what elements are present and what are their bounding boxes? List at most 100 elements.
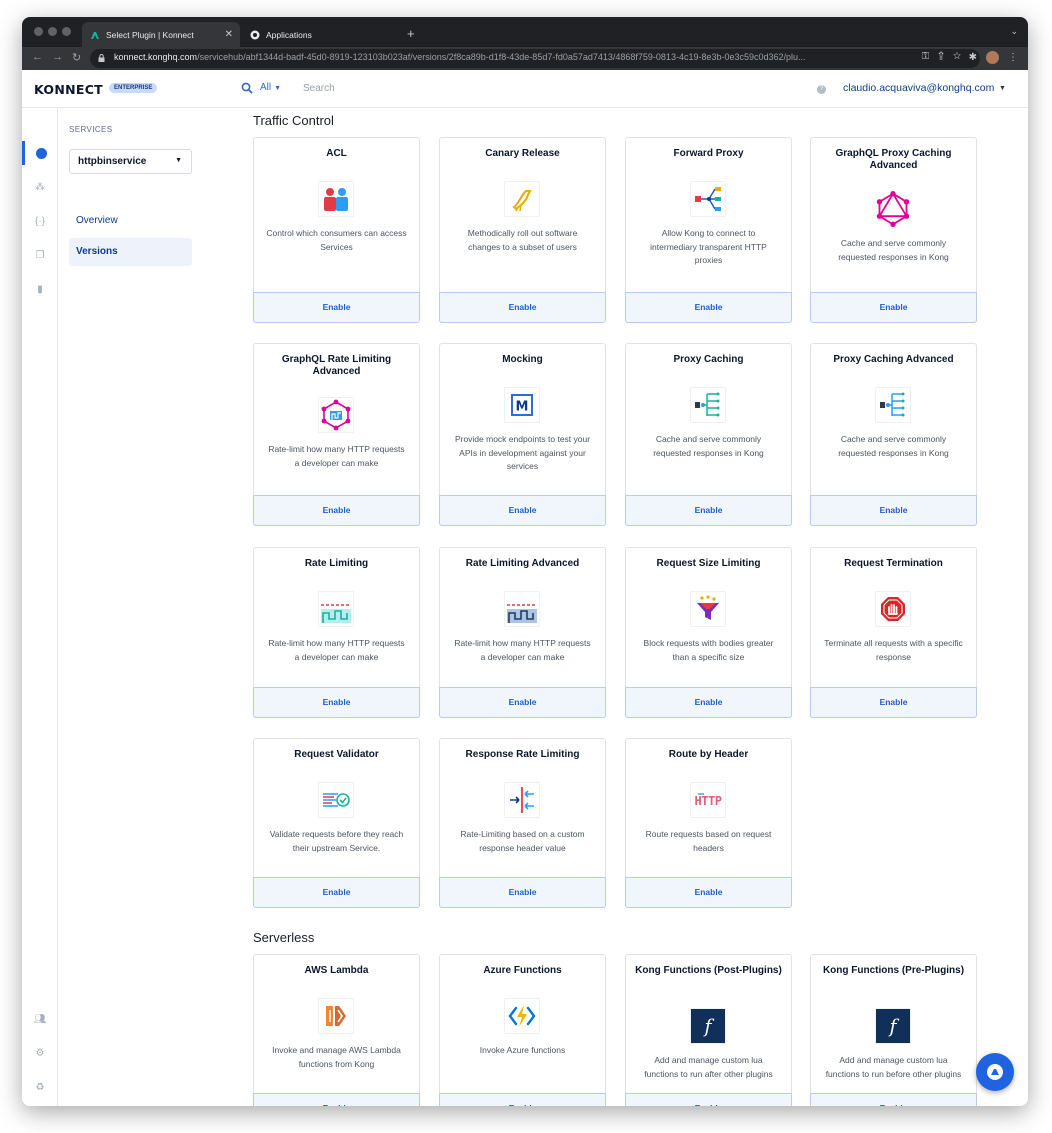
plugin-card: ACL Control which consumers can access Se… <box>253 137 420 323</box>
plugin-card: Rate Limiting Rate-limit how many HTTP re… <box>253 547 420 718</box>
browser-tab-applications[interactable]: Applications <box>242 22 400 47</box>
section-title-serverless: Serverless <box>253 930 315 945</box>
enable-plugin-button[interactable]: Enable <box>810 495 977 526</box>
plugin-card: GraphQL Proxy Caching Advanced Cache and … <box>810 137 977 323</box>
http-icon: HTTP <box>690 782 726 818</box>
close-tab-icon[interactable]: ✕ <box>225 29 233 40</box>
close-window-button[interactable] <box>34 27 43 36</box>
graphql-icon <box>875 191 911 227</box>
extensions-puzzle-icon[interactable]: ✱ <box>969 52 977 63</box>
tab-title: Applications <box>266 29 312 40</box>
search-icon[interactable] <box>241 82 253 94</box>
rail-teams[interactable]: 👥︎ <box>22 1007 58 1031</box>
plugin-card-description: Terminate all requests with a specific r… <box>824 638 963 662</box>
enable-plugin-button[interactable]: Enable <box>253 495 420 526</box>
plugin-card-title: Request Size Limiting <box>656 558 761 569</box>
tab-search-icon[interactable]: ⌄ <box>1010 26 1018 37</box>
service-sidebar: SERVICES httpbinservice ▼ Overview Versi… <box>59 109 234 1106</box>
plugin-card-title: GraphQL Rate Limiting Advanced <box>281 354 392 377</box>
browser-tab-bar: Select Plugin | Konnect ✕ Applications +… <box>22 17 1028 47</box>
caret-down-icon[interactable]: ▼ <box>999 85 1006 92</box>
konnect-logo[interactable]: KONNECT <box>34 82 103 97</box>
kong-function-icon: f <box>875 1008 911 1044</box>
rail-copies[interactable]: ❐ <box>22 243 58 267</box>
key-share-star-icons[interactable]: ⚿⇪☆ <box>922 51 970 62</box>
profile-avatar[interactable] <box>986 51 999 64</box>
response-rate-icon <box>504 782 540 818</box>
servicehub-icon <box>36 147 47 159</box>
plugin-card-description: Cache and serve commonly requested respo… <box>838 238 949 262</box>
address-bar[interactable]: konnect.konghq.com/servicehub/abf1344d-b… <box>90 49 980 68</box>
acl-icon <box>318 181 354 217</box>
plugin-card-title: Proxy Caching Advanced <box>833 354 954 365</box>
enable-plugin-button[interactable]: Enable <box>253 292 420 323</box>
plugin-card-title: Route by Header <box>668 749 749 760</box>
plugin-card-title: Rate Limiting Advanced <box>465 558 580 569</box>
plugin-card-title: Response Rate Limiting <box>465 749 580 760</box>
enable-plugin-button[interactable]: Enable <box>625 877 792 908</box>
service-select[interactable]: httpbinservice ▼ <box>69 149 192 174</box>
sidebar-link-versions[interactable]: Versions <box>69 238 192 266</box>
search-input[interactable]: Search <box>303 83 335 94</box>
app-header: KONNECT ENTERPRISE All ▼ Search ? claudio… <box>22 70 1028 108</box>
plugin-card-description: Provide mock endpoints to test your APIs… <box>454 434 591 471</box>
enable-plugin-button[interactable]: Enable <box>439 495 606 526</box>
minimize-window-button[interactable] <box>48 27 57 36</box>
plugin-card: Request Validator Validate requests befor… <box>253 738 420 908</box>
enable-plugin-button[interactable]: Enable <box>253 877 420 908</box>
enable-plugin-button[interactable]: Enable <box>625 1093 792 1106</box>
plugin-card-description: Validate requests before they reach thei… <box>269 829 404 853</box>
user-menu[interactable]: claudio.acquaviva@konghq.com <box>843 82 994 94</box>
plugin-card-description: Allow Kong to connect to intermediary tr… <box>650 228 767 265</box>
lock-icon <box>98 54 105 62</box>
enable-plugin-button[interactable]: Enable <box>439 1093 606 1106</box>
plugin-card: Azure Functions Invoke Azure functions Ena… <box>439 954 606 1106</box>
rail-runtimes[interactable]: ⁂ <box>22 175 58 199</box>
rail-servicehub[interactable] <box>22 141 58 165</box>
service-select-value: httpbinservice <box>78 156 147 167</box>
search-scope-dropdown[interactable]: All ▼ <box>260 82 281 93</box>
plugin-card-title: Rate Limiting <box>304 558 369 569</box>
enable-plugin-button[interactable]: Enable <box>439 877 606 908</box>
enable-plugin-button[interactable]: Enable <box>625 292 792 323</box>
plugin-card: Request Termination Terminate all request… <box>810 547 977 718</box>
rail-settings[interactable]: ⚙ <box>22 1041 58 1065</box>
enable-plugin-button[interactable]: Enable <box>625 687 792 718</box>
rail-dev-portal[interactable]: {·} <box>22 209 58 233</box>
browser-tab-select-plugin[interactable]: Select Plugin | Konnect ✕ <box>82 22 240 47</box>
enable-plugin-button[interactable]: Enable <box>810 292 977 323</box>
help-chat-button[interactable] <box>976 1053 1014 1091</box>
braces-icon: {·} <box>34 215 45 227</box>
plugin-card: Response Rate Limiting Rate-Limiting base… <box>439 738 606 908</box>
rail-plugins[interactable]: ♻ <box>22 1075 58 1099</box>
plugin-card: Kong Functions (Pre-Plugins) f Add and man… <box>810 954 977 1106</box>
enable-plugin-button[interactable]: Enable <box>810 687 977 718</box>
enable-plugin-button[interactable]: Enable <box>439 292 606 323</box>
rail-analytics[interactable]: ▮ <box>22 277 58 301</box>
plugin-card: GraphQL Rate Limiting Advanced Rate-limit… <box>253 343 420 526</box>
plugin-card: Route by Header HTTP Route requests based … <box>625 738 792 908</box>
plugin-card-description: Block requests with bodies greater than … <box>643 638 774 662</box>
plugin-card: Proxy Caching Advanced Cache and serve co… <box>810 343 977 526</box>
enable-plugin-button[interactable]: Enable <box>625 495 792 526</box>
enable-plugin-button[interactable]: Enable <box>253 1093 420 1106</box>
rate-limit-adv-icon <box>504 591 540 627</box>
enterprise-badge: ENTERPRISE <box>109 83 158 93</box>
enable-plugin-button[interactable]: Enable <box>253 687 420 718</box>
plugin-card: Forward Proxy Allow Kong to connect to in… <box>625 137 792 323</box>
enable-plugin-button[interactable]: Enable <box>439 687 606 718</box>
help-icon[interactable]: ? <box>817 85 826 94</box>
forward-arrow-icon[interactable]: → <box>52 51 63 63</box>
plugin-card-description: Rate-limit how many HTTP requests a deve… <box>268 638 405 662</box>
new-tab-icon[interactable]: + <box>407 26 415 41</box>
enable-plugin-button[interactable]: Enable <box>810 1093 977 1106</box>
zoom-window-button[interactable] <box>62 27 71 36</box>
plugin-catalog: Traffic Control Serverless ACL Control wh… <box>234 109 1028 1106</box>
plugin-card: Request Size Limiting Block requests with… <box>625 547 792 718</box>
back-arrow-icon[interactable]: ← <box>32 51 43 63</box>
plugin-card-description: Rate-Limiting based on a custom response… <box>460 829 585 853</box>
svg-text:HTTP: HTTP <box>695 794 722 808</box>
sidebar-link-overview[interactable]: Overview <box>69 207 192 235</box>
browser-menu-icon[interactable]: ⋮ <box>1008 52 1018 63</box>
reload-icon[interactable]: ↻ <box>72 51 81 64</box>
